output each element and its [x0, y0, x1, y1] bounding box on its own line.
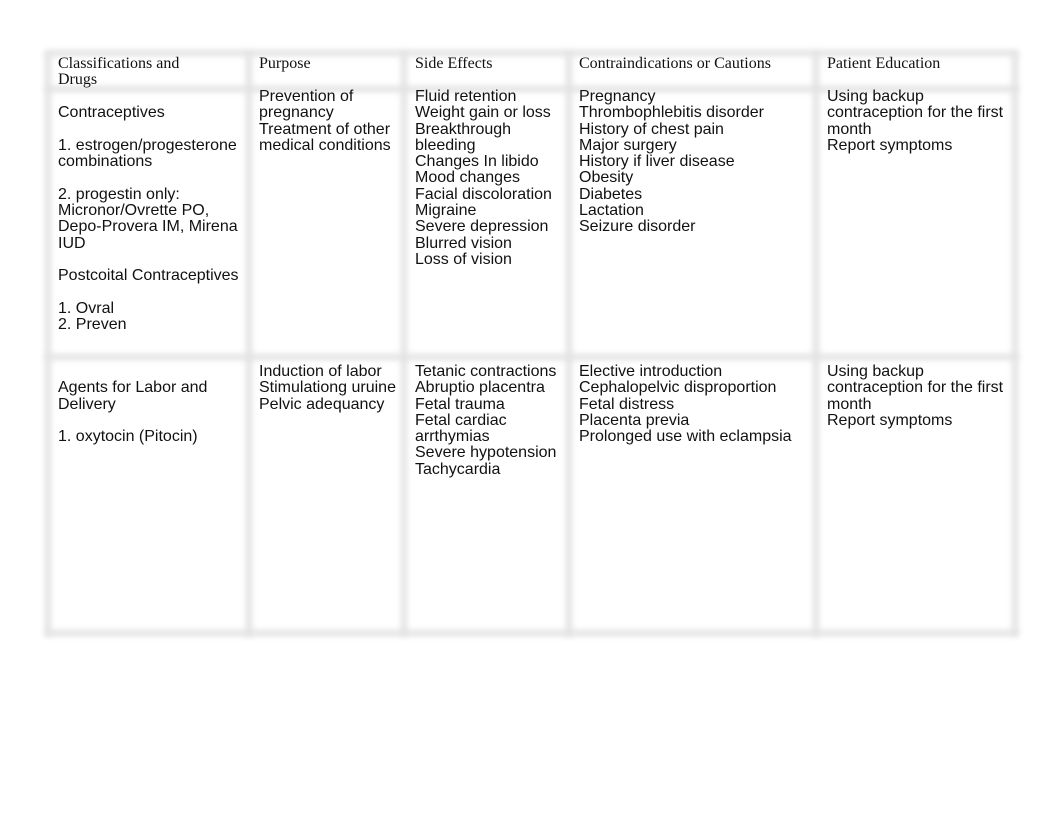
- cell-line: Contraindications or Cautions: [579, 55, 771, 72]
- cell-line: [58, 252, 239, 268]
- cell-line: Micronor/Ovrette PO,: [58, 202, 210, 220]
- cell-line: month: [827, 120, 872, 138]
- cell-line: Delivery: [58, 395, 116, 413]
- cell-line: Prolonged use with eclampsia: [579, 428, 792, 446]
- cell-line: Treatment of other: [259, 120, 391, 138]
- cell-side-effects: Fluid retention Weight gain or loss Breakt…: [415, 88, 552, 268]
- cell-line: Classifications and: [58, 55, 180, 72]
- cell-line: Obesity: [579, 169, 634, 187]
- cell-line: [58, 285, 239, 301]
- cell-line: Breakthrough: [415, 120, 512, 138]
- cell-line: bleeding: [415, 136, 476, 154]
- cell-line: Report symptoms: [827, 136, 953, 154]
- cell-classification: Agents for Labor and Delivery 1. oxytocin …: [58, 364, 207, 445]
- cell-line: arrthymias: [415, 428, 490, 446]
- cell-patient-education: Using backup contraception for the first m…: [827, 363, 1004, 429]
- cell-line: 1. Ovral: [58, 299, 115, 317]
- cell-line: [58, 170, 239, 186]
- cell-line: Fetal distress: [579, 395, 675, 413]
- cell-classification: Contraceptives 1. estrogen/progesterone co…: [58, 89, 239, 333]
- cell-line: [58, 122, 239, 138]
- cell-purpose: Induction of labor Stimulationg uruine Pel…: [259, 363, 396, 413]
- cell-side-effects: Tetanic contractions Abruptio placentra Fe…: [415, 363, 557, 478]
- header-contraindications: Contraindications or Cautions: [579, 55, 771, 72]
- cell-line: 1. estrogen/progesterone: [58, 136, 237, 154]
- cell-contraindications: Elective introduction Cephalopelvic dispr…: [579, 363, 792, 446]
- cell-line: month: [827, 395, 872, 413]
- table-border: [45, 52, 51, 636]
- cell-line: pregnancy: [259, 104, 334, 122]
- cell-purpose: Prevention of pregnancy Treatment of other…: [259, 88, 391, 154]
- cell-line: [58, 89, 239, 105]
- cell-line: Elective introduction: [579, 363, 723, 380]
- cell-line: IUD: [58, 234, 86, 252]
- column-divider: [246, 52, 252, 636]
- cell-line: Fluid retention: [415, 88, 517, 105]
- cell-line: contraception for the first: [827, 104, 1004, 122]
- cell-line: Facial discoloration: [415, 185, 552, 203]
- cell-line: Prevention of: [259, 88, 354, 105]
- header-side-effects: Side Effects: [415, 55, 493, 72]
- cell-line: Abruptio placentra: [415, 379, 545, 397]
- cell-line: Stimulationg uruine: [259, 379, 396, 397]
- cell-line: Migraine: [415, 202, 477, 220]
- cell-line: Major surgery: [579, 136, 677, 154]
- cell-line: Changes In libido: [415, 153, 539, 171]
- cell-line: Induction of labor: [259, 363, 382, 380]
- cell-line: History of chest pain: [579, 120, 724, 138]
- cell-line: Thrombophlebitis disorder: [579, 104, 764, 122]
- cell-line: Using backup: [827, 88, 924, 105]
- cell-line: Purpose: [259, 55, 311, 72]
- cell-line: 2. progestin only:: [58, 185, 180, 203]
- cell-line: combinations: [58, 153, 153, 171]
- column-divider: [813, 52, 819, 636]
- header-purpose: Purpose: [259, 55, 311, 72]
- cell-line: Seizure disorder: [579, 218, 696, 236]
- cell-line: Severe depression: [415, 218, 549, 236]
- cell-line: Pelvic adequancy: [259, 395, 385, 413]
- cell-contraindications: Pregnancy Thrombophlebitis disorder Histor…: [579, 88, 764, 236]
- cell-line: contraception for the first: [827, 379, 1004, 397]
- cell-line: Placenta previa: [579, 411, 690, 429]
- cell-line: Postcoital Contraceptives: [58, 267, 239, 285]
- cell-line: History if liver disease: [579, 153, 735, 171]
- cell-line: Patient Education: [827, 55, 941, 72]
- row-divider: [46, 354, 1018, 360]
- cell-line: Contraceptives: [58, 104, 165, 122]
- cell-line: Loss of vision: [415, 250, 512, 268]
- cell-line: [58, 413, 207, 429]
- cell-line: medical conditions: [259, 136, 391, 154]
- header-classification: Classifications and Drugs: [58, 55, 180, 89]
- cell-line: Blurred vision: [415, 234, 512, 252]
- cell-line: Agents for Labor and: [58, 379, 208, 397]
- column-divider: [401, 52, 407, 636]
- table-border: [1012, 52, 1018, 636]
- cell-line: Weight gain or loss: [415, 104, 551, 122]
- cell-line: Tetanic contractions: [415, 363, 557, 380]
- cell-line: Side Effects: [415, 55, 493, 72]
- cell-line: Cephalopelvic disproportion: [579, 379, 777, 397]
- cell-line: Mood changes: [415, 169, 520, 187]
- cell-line: Fetal cardiac: [415, 411, 507, 429]
- header-patient-education: Patient Education: [827, 55, 941, 72]
- cell-line: Diabetes: [579, 185, 643, 203]
- cell-line: Drugs: [58, 71, 98, 89]
- cell-line: Report symptoms: [827, 411, 953, 429]
- cell-line: Fetal trauma: [415, 395, 505, 413]
- cell-line: 2. Preven: [58, 316, 127, 334]
- cell-line: Severe hypotension: [415, 444, 557, 462]
- cell-line: Pregnancy: [579, 88, 656, 105]
- table-border: [46, 630, 1018, 636]
- cell-line: Lactation: [579, 202, 644, 220]
- cell-line: Using backup: [827, 363, 924, 380]
- cell-line: [58, 364, 207, 380]
- cell-line: 1. oxytocin (Pitocin): [58, 428, 198, 446]
- column-divider: [566, 52, 572, 636]
- cell-line: Tachycardia: [415, 460, 501, 478]
- cell-line: Depo-Provera IM, Mirena: [58, 218, 238, 236]
- cell-patient-education: Using backup contraception for the first m…: [827, 88, 1004, 154]
